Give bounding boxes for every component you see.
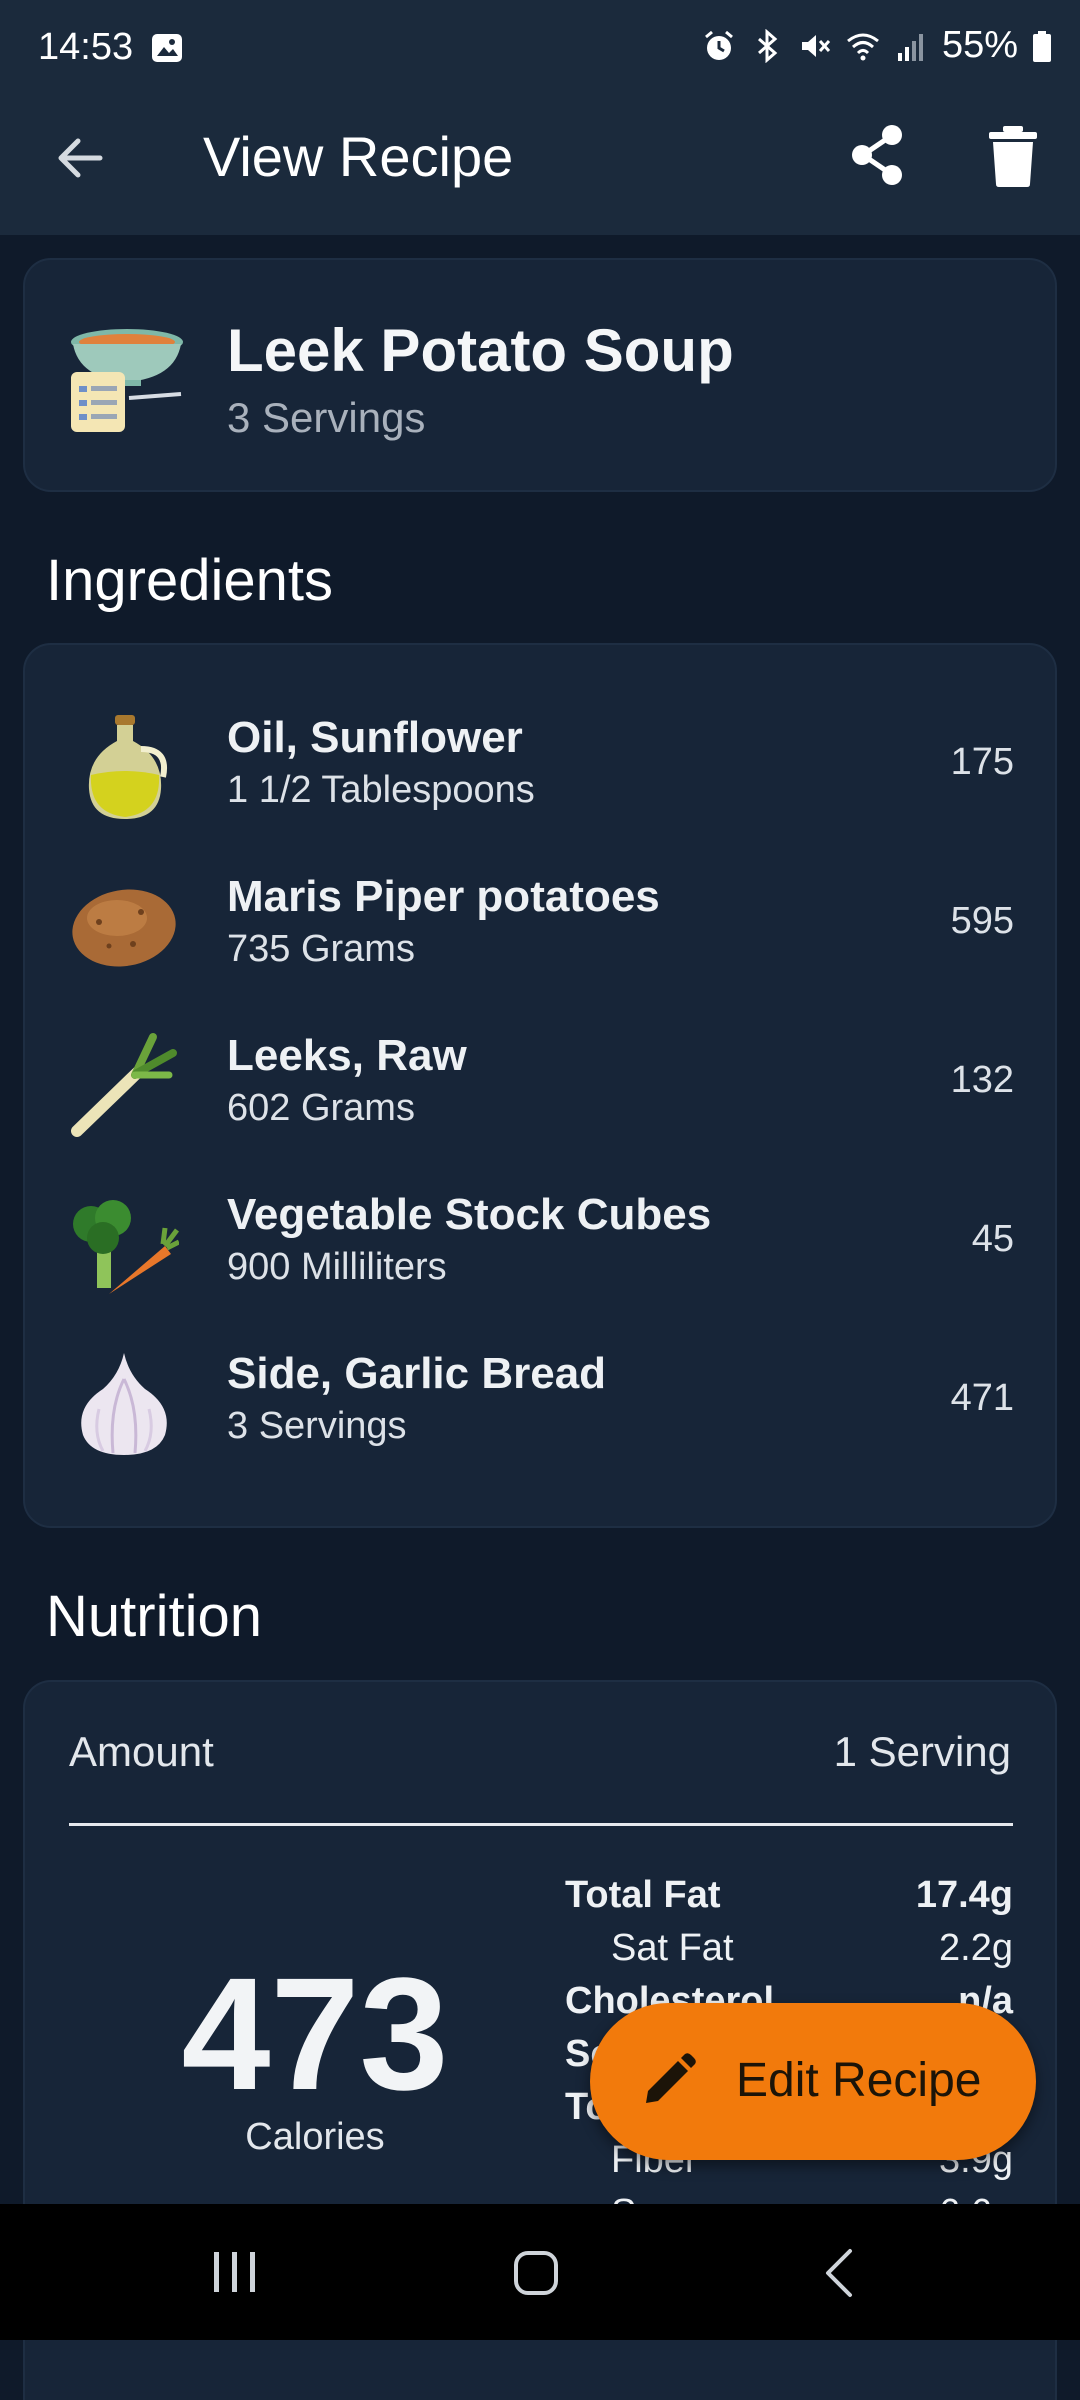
ingredient-name: Leeks, Raw: [227, 1031, 467, 1080]
divider: [69, 1823, 1013, 1826]
serving-size: 1 Serving: [833, 1728, 1011, 1775]
wifi-icon: [847, 33, 879, 60]
nutrition-row: Total Fat 17.4g: [565, 1874, 1013, 1928]
mute-icon: [801, 34, 831, 57]
soup-bowl-icon: [71, 329, 183, 432]
recent-apps-icon[interactable]: [212, 2250, 258, 2294]
ingredient-name: Oil, Sunflower: [227, 713, 523, 762]
status-time: 14:53: [38, 26, 134, 68]
nutrient-value: 2.2g: [939, 1927, 1013, 1969]
system-nav-bar: [0, 2204, 1080, 2340]
nav-back-icon[interactable]: [824, 2248, 854, 2298]
bluetooth-icon: [757, 28, 778, 63]
status-icons: 55%: [702, 24, 1052, 67]
ingredient-quantity: 602 Grams: [227, 1087, 415, 1129]
ingredients-heading: Ingredients: [46, 548, 333, 613]
ingredient-name: Vegetable Stock Cubes: [227, 1190, 712, 1239]
garlic-icon: [81, 1353, 167, 1455]
ingredient-calories: 175: [950, 741, 1014, 783]
ingredient-calories: 471: [950, 1377, 1014, 1419]
page-title: View Recipe: [203, 125, 514, 188]
signal-icon: [897, 33, 923, 61]
share-icon[interactable]: [845, 122, 911, 188]
ingredient-row[interactable]: Vegetable Stock Cubes 900 Milliliters 45: [25, 1166, 1059, 1326]
ingredient-row[interactable]: Leeks, Raw 602 Grams 132: [25, 1007, 1059, 1167]
nutrition-heading: Nutrition: [46, 1584, 262, 1649]
ingredient-row[interactable]: Oil, Sunflower 1 1/2 Tablespoons 175: [25, 689, 1059, 849]
vegetables-icon: [73, 1200, 179, 1294]
calories-value: 473: [181, 1944, 449, 2123]
delete-icon[interactable]: [985, 124, 1041, 188]
pencil-icon: [646, 2053, 696, 2103]
leek-icon: [71, 1033, 177, 1137]
amount-label: Amount: [69, 1728, 214, 1775]
ingredient-row[interactable]: Side, Garlic Bread 3 Servings 471: [25, 1325, 1059, 1485]
battery-percent: 55%: [941, 24, 1018, 66]
ingredients-list: Oil, Sunflower 1 1/2 Tablespoons 175 Mar…: [23, 643, 1057, 1528]
nutrition-row: Sat Fat 2.2g: [565, 1927, 1013, 1981]
status-bar: 14:53 55%: [0, 0, 1080, 100]
calories-label: Calories: [245, 2116, 385, 2158]
ingredient-quantity: 735 Grams: [227, 928, 415, 970]
ingredient-name: Maris Piper potatoes: [227, 872, 660, 921]
ingredient-calories: 595: [950, 900, 1014, 942]
alarm-icon: [704, 30, 733, 60]
edit-recipe-button[interactable]: Edit Recipe: [590, 2003, 1036, 2160]
recipe-header-card: Leek Potato Soup 3 Servings: [23, 258, 1057, 492]
nutrient-value: 17.4g: [915, 1874, 1013, 1916]
ingredient-quantity: 1 1/2 Tablespoons: [227, 769, 535, 811]
ingredient-name: Side, Garlic Bread: [227, 1349, 607, 1398]
oil-bottle-icon: [88, 715, 167, 819]
recipe-name: Leek Potato Soup: [227, 317, 734, 384]
recipe-servings: 3 Servings: [227, 394, 426, 441]
edit-recipe-label: Edit Recipe: [736, 2054, 982, 2107]
ingredient-calories: 45: [971, 1218, 1014, 1260]
battery-icon: [1033, 30, 1051, 62]
ingredient-quantity: 900 Milliliters: [227, 1246, 447, 1288]
nutrient-label: Sat Fat: [611, 1927, 734, 1969]
ingredient-quantity: 3 Servings: [227, 1405, 407, 1447]
ingredient-row[interactable]: Maris Piper potatoes 735 Grams 595: [25, 848, 1059, 1008]
app-bar: View Recipe: [0, 100, 1080, 235]
home-icon[interactable]: [513, 2250, 559, 2296]
nutrient-label: Total Fat: [565, 1874, 721, 1916]
gallery-notification-icon: [152, 34, 182, 62]
potato-icon: [72, 889, 176, 967]
back-arrow-icon[interactable]: [50, 128, 110, 188]
ingredient-calories: 132: [950, 1059, 1014, 1101]
